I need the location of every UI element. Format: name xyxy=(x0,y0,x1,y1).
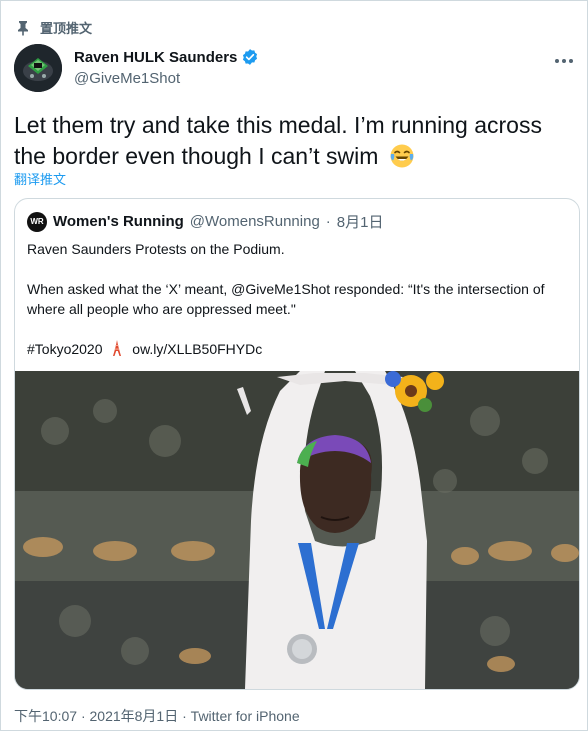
translate-tweet-link[interactable]: 翻译推文 xyxy=(14,169,66,188)
quoted-date[interactable]: 8月1日 xyxy=(337,211,384,232)
tweet-metadata: 下午10:07 · 2021年8月1日 · Twitter for iPhone xyxy=(14,706,300,726)
quoted-avatar[interactable]: WR xyxy=(27,211,47,232)
quoted-tweet-header: WR Women's Running @WomensRunning · 8月1日 xyxy=(27,211,383,232)
separator-dot: · xyxy=(325,213,331,230)
tweet-text: Let them try and take this medal. I’m ru… xyxy=(14,110,580,172)
more-options-icon[interactable] xyxy=(554,48,574,69)
tweet-body: Let them try and take this medal. I’m ru… xyxy=(14,112,542,169)
quoted-tweet[interactable]: WR Women's Running @WomensRunning · 8月1日… xyxy=(14,198,580,690)
author-name[interactable]: Raven HULK Saunders xyxy=(74,49,237,66)
pinned-indicator: 置顶推文 xyxy=(16,18,92,37)
tokyo-tower-icon xyxy=(113,340,122,356)
separator-dot: · xyxy=(80,708,86,724)
author-info[interactable]: Raven HULK Saunders @GiveMe1Shot xyxy=(74,48,259,87)
separator-dot: · xyxy=(182,708,187,724)
tweet-time[interactable]: 下午10:07 xyxy=(14,708,77,724)
quoted-line-3: #Tokyo2020 ow.ly/XLLB50FHYDc xyxy=(27,339,567,359)
quoted-author-name[interactable]: Women's Running xyxy=(53,213,184,230)
short-link: ow.ly/XLLB50FHYDc xyxy=(132,341,263,357)
tweet-source[interactable]: Twitter for iPhone xyxy=(191,708,300,724)
avatar[interactable] xyxy=(14,44,62,92)
quoted-author-handle[interactable]: @WomensRunning xyxy=(190,213,320,230)
quoted-line-2: When asked what the ‘X’ meant, @GiveMe1S… xyxy=(27,281,545,317)
hashtag: #Tokyo2020 xyxy=(27,341,103,357)
avatar-image xyxy=(14,44,62,92)
author-handle[interactable]: @GiveMe1Shot xyxy=(74,70,259,87)
pinned-label: 置顶推文 xyxy=(40,21,93,36)
laughing-tears-emoji-icon xyxy=(390,144,414,168)
verified-badge-icon xyxy=(243,49,258,65)
quoted-line-1: Raven Saunders Protests on the Podium. xyxy=(27,241,285,257)
pin-icon xyxy=(18,20,28,35)
podium-photo[interactable] xyxy=(15,371,579,689)
tweet-date[interactable]: 2021年8月1日 xyxy=(90,708,179,724)
quoted-tweet-text: Raven Saunders Protests on the Podium. W… xyxy=(27,239,567,359)
